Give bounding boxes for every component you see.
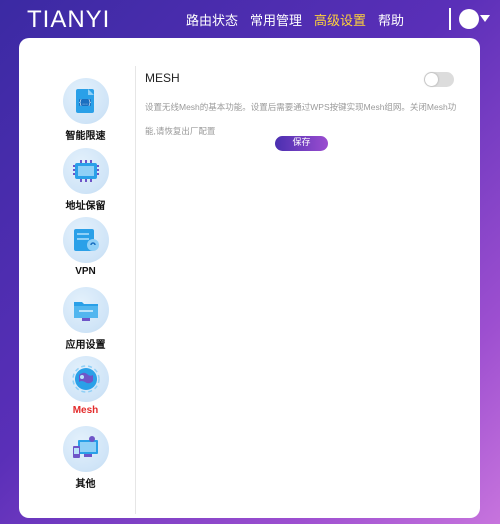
svg-text:{...}: {...} — [78, 100, 92, 107]
toggle-knob — [425, 73, 438, 86]
vpn-icon — [62, 217, 109, 263]
nav-item-help[interactable]: 帮助 — [378, 10, 404, 29]
sidebar-item-label: VPN — [75, 266, 96, 277]
sidebar-item-label: 智能限速 — [65, 131, 106, 142]
mesh-toggle[interactable] — [424, 72, 454, 87]
top-bar: TIANYI 路由状态 常用管理 高级设置 帮助 — [0, 0, 500, 38]
save-button[interactable]: 保存 — [275, 136, 328, 151]
sidebar-item-address-reserve[interactable]: 地址保留 — [49, 147, 122, 218]
sidebar-item-app-settings[interactable]: 应用设置 — [49, 286, 122, 357]
sidebar-item-label: 其他 — [75, 478, 96, 490]
avatar[interactable] — [459, 9, 479, 29]
sidebar-item-speed-limit[interactable]: {...} 智能限速 — [49, 78, 122, 148]
nav-item-advanced[interactable]: 高级设置 — [314, 10, 366, 29]
other-icon — [62, 425, 109, 472]
app-settings-icon — [62, 286, 109, 333]
nav-separator — [449, 8, 451, 30]
main-nav: 路由状态 常用管理 高级设置 帮助 — [186, 10, 416, 29]
chevron-down-icon[interactable] — [480, 15, 490, 22]
address-reserve-icon — [62, 147, 109, 194]
sidebar-item-other[interactable]: 其他 — [49, 425, 122, 496]
sidebar-divider — [135, 66, 136, 514]
sidebar: {...} 智能限速 地址保留 VPN 应用设置 Mesh 其他 — [49, 78, 122, 495]
content-card: {...} 智能限速 地址保留 VPN 应用设置 Mesh 其他 MESH 设置… — [19, 38, 480, 518]
speed-limit-icon: {...} — [62, 78, 109, 124]
page-title: MESH — [145, 71, 180, 85]
sidebar-item-vpn[interactable]: VPN — [49, 217, 122, 287]
sidebar-item-mesh[interactable]: Mesh — [49, 356, 122, 426]
sidebar-item-label: 应用设置 — [65, 339, 106, 351]
sidebar-item-label: 地址保留 — [65, 200, 106, 212]
brand-logo: TIANYI — [27, 6, 111, 33]
mesh-icon — [62, 356, 109, 402]
sidebar-item-label: Mesh — [72, 405, 99, 416]
nav-item-common[interactable]: 常用管理 — [250, 10, 302, 29]
nav-item-status[interactable]: 路由状态 — [186, 10, 238, 29]
